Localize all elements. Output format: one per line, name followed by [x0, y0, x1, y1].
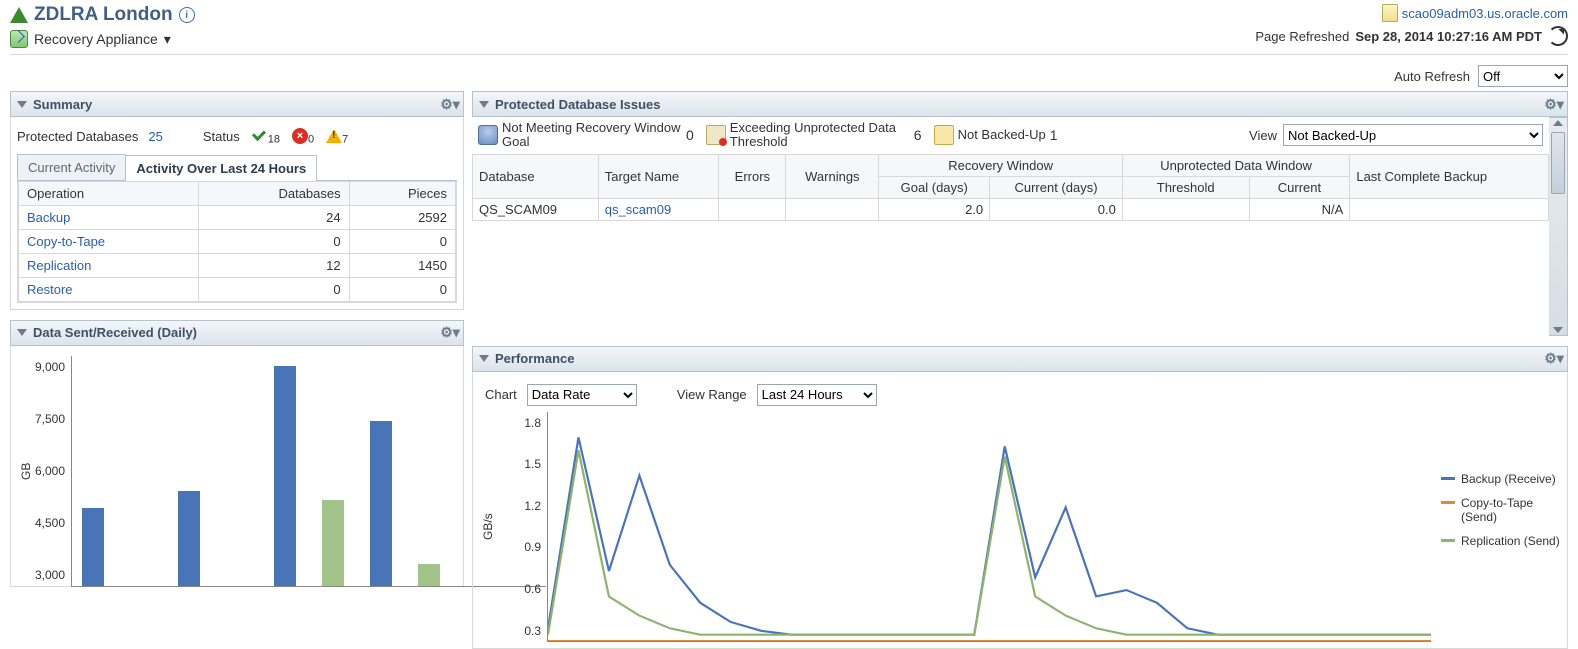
status-err[interactable]: ×0 [292, 127, 314, 146]
col-errors[interactable]: Errors [719, 154, 786, 198]
col-rw-goal[interactable]: Goal (days) [879, 176, 990, 198]
collapse-icon[interactable] [17, 329, 27, 336]
col-unprotected-window[interactable]: Unprotected Data Window [1122, 154, 1350, 176]
host-link[interactable]: scao09adm03.us.oracle.com [1402, 6, 1568, 21]
filter-not-backed-up[interactable]: Not Backed-Up 1 [934, 125, 1058, 145]
warning-icon [326, 129, 342, 143]
page-title-row: ZDLRA London i [10, 4, 195, 26]
filter-not-meeting[interactable]: Not Meeting Recovery Window Goal 0 [478, 121, 694, 150]
collapse-icon[interactable] [479, 355, 489, 362]
issues-panel-header: Protected Database Issues ⚙▾ [472, 91, 1568, 117]
performance-chart: GB/s 1.81.51.20.90.60.3 [479, 412, 1431, 642]
recovery-appliance-label: Recovery Appliance [34, 31, 158, 47]
host-icon [1382, 4, 1398, 22]
tab-last-24h[interactable]: Activity Over Last 24 Hours [125, 155, 317, 181]
view-label: View [1249, 128, 1277, 143]
protected-db-label: Protected Databases [17, 129, 138, 144]
filter-exceeding[interactable]: Exceeding Unprotected Data Threshold 6 [706, 121, 922, 150]
check-icon [252, 128, 268, 144]
data-sent-title: Data Sent/Received (Daily) [33, 325, 197, 340]
auto-refresh-select[interactable]: Off [1478, 65, 1568, 87]
op-link[interactable]: Replication [27, 258, 91, 273]
page-refreshed-value: Sep 28, 2014 10:27:16 AM PDT [1355, 29, 1542, 44]
perf-range-select[interactable]: Last 24 Hours [757, 384, 877, 406]
perf-range-label: View Range [677, 387, 747, 402]
col-rw-cur[interactable]: Current (days) [990, 176, 1123, 198]
summary-title: Summary [33, 97, 92, 112]
info-icon[interactable]: i [179, 7, 195, 23]
protected-db-count[interactable]: 25 [148, 129, 162, 144]
chart-ylabel: GB [17, 356, 35, 586]
col-ud-thr[interactable]: Threshold [1122, 176, 1249, 198]
recovery-appliance-menu[interactable]: Recovery Appliance ▾ [10, 30, 195, 48]
gear-icon[interactable]: ⚙▾ [1547, 97, 1561, 111]
view-select[interactable]: Not Backed-Up [1283, 124, 1543, 146]
gear-icon[interactable]: ⚙▾ [1547, 352, 1561, 366]
perf-chart-select[interactable]: Data Rate [527, 384, 637, 406]
status-label: Status [203, 129, 240, 144]
col-last-backup[interactable]: Last Complete Backup [1350, 154, 1549, 198]
col-target[interactable]: Target Name [598, 154, 719, 198]
page-title: ZDLRA London [34, 4, 173, 26]
status-ok[interactable]: 18 [252, 127, 280, 146]
col-ud-cur[interactable]: Current [1249, 176, 1350, 198]
table-row: Backup242592 [19, 205, 456, 229]
op-link[interactable]: Restore [27, 282, 73, 297]
issues-title: Protected Database Issues [495, 97, 660, 112]
status-warn[interactable]: 7 [326, 127, 348, 146]
col-databases[interactable]: Databases [199, 181, 349, 205]
col-pieces[interactable]: Pieces [349, 181, 455, 205]
scrollbar-thumb[interactable] [1551, 132, 1565, 194]
collapse-icon[interactable] [17, 101, 27, 108]
not-backed-up-icon [934, 125, 954, 145]
table-row: Restore00 [19, 277, 456, 301]
performance-panel-header: Performance ⚙▾ [472, 346, 1568, 372]
perf-ylabel: GB/s [479, 412, 497, 642]
data-sent-chart: GB 9,0007,5006,0004,5003,000 [17, 356, 457, 586]
col-recovery-window[interactable]: Recovery Window [879, 154, 1122, 176]
table-row: Replication121450 [19, 253, 456, 277]
legend-backup: Backup (Receive) [1441, 472, 1561, 486]
legend-replication: Replication (Send) [1441, 534, 1561, 548]
performance-title: Performance [495, 351, 574, 366]
table-row: QS_SCAM09qs_scam092.00.0N/A [473, 198, 1549, 220]
page-refreshed-label: Page Refreshed [1255, 29, 1349, 44]
summary-panel-header: Summary ⚙▾ [10, 91, 464, 117]
gear-icon[interactable]: ⚙▾ [443, 326, 457, 340]
tab-current-activity[interactable]: Current Activity [17, 154, 126, 180]
recovery-appliance-icon [10, 30, 28, 48]
target-link[interactable]: qs_scam09 [605, 202, 671, 217]
scrollbar[interactable] [1549, 117, 1568, 336]
threshold-exceeded-icon [706, 125, 726, 145]
chevron-down-icon: ▾ [164, 31, 171, 48]
perf-chart-label: Chart [485, 387, 517, 402]
auto-refresh-label: Auto Refresh [1394, 69, 1470, 84]
status-up-icon [10, 7, 28, 23]
legend-tape: Copy-to-Tape (Send) [1441, 496, 1561, 524]
col-warnings[interactable]: Warnings [786, 154, 879, 198]
collapse-icon[interactable] [479, 101, 489, 108]
col-operation[interactable]: Operation [19, 181, 199, 205]
table-row: Copy-to-Tape00 [19, 229, 456, 253]
data-sent-panel-header: Data Sent/Received (Daily) ⚙▾ [10, 320, 464, 346]
op-link[interactable]: Copy-to-Tape [27, 234, 105, 249]
op-link[interactable]: Backup [27, 210, 70, 225]
gear-icon[interactable]: ⚙▾ [443, 97, 457, 111]
database-icon [478, 125, 498, 145]
issues-table: Database Target Name Errors Warnings Rec… [472, 154, 1549, 221]
refresh-icon[interactable] [1548, 26, 1568, 46]
error-icon: × [292, 128, 308, 144]
activity-table: Operation Databases Pieces Backup242592C… [18, 181, 456, 302]
col-database[interactable]: Database [473, 154, 599, 198]
